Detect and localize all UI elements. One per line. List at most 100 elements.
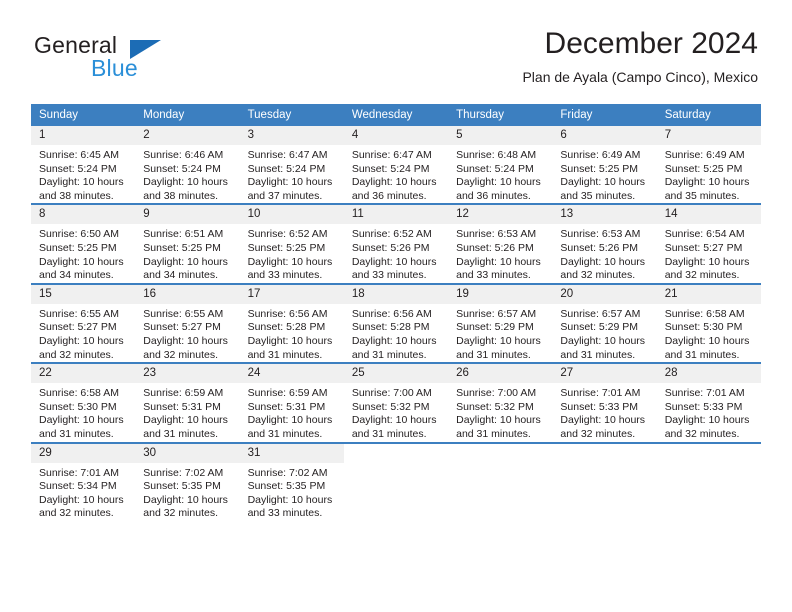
day-cell[interactable]: 12 Sunrise: 6:53 AM Sunset: 5:26 PM Dayligh… bbox=[448, 203, 553, 284]
day-cell[interactable]: 30 Sunrise: 7:02 AM Sunset: 5:35 PM Dayligh… bbox=[135, 441, 240, 521]
sunset-text: Sunset: 5:28 PM bbox=[247, 321, 326, 334]
day-cell[interactable]: 26 Sunrise: 7:00 AM Sunset: 5:32 PM Dayligh… bbox=[448, 362, 553, 443]
day-cell-empty bbox=[448, 441, 553, 521]
daylight-text-line2: and 36 minutes. bbox=[351, 189, 427, 202]
sunrise-text: Sunrise: 6:46 AM bbox=[143, 149, 224, 161]
day-number: 22 bbox=[31, 364, 136, 384]
daylight-text-line2: and 32 minutes. bbox=[664, 427, 740, 440]
day-cell[interactable]: 22 Sunrise: 6:58 AM Sunset: 5:30 PM Dayligh… bbox=[31, 362, 136, 443]
day-cell[interactable]: 4 Sunrise: 6:47 AM Sunset: 5:24 PM Daylight… bbox=[343, 126, 449, 204]
day-cell[interactable]: 23 Sunrise: 6:59 AM Sunset: 5:31 PM Dayligh… bbox=[135, 362, 240, 443]
day-cell[interactable]: 3 Sunrise: 6:47 AM Sunset: 5:24 PM Daylight… bbox=[239, 126, 344, 204]
day-cell[interactable]: 17 Sunrise: 6:56 AM Sunset: 5:28 PM Dayligh… bbox=[239, 282, 344, 364]
sunrise-text: Sunrise: 7:02 AM bbox=[247, 466, 328, 479]
day-number: 24 bbox=[239, 364, 344, 384]
day-cell[interactable]: 6 Sunrise: 6:49 AM Sunset: 5:25 PM Daylight… bbox=[552, 126, 657, 204]
daylight-text-line2: and 31 minutes. bbox=[351, 348, 427, 361]
sunset-text: Sunset: 5:27 PM bbox=[664, 241, 743, 254]
daylight-text-line2: and 33 minutes. bbox=[351, 269, 427, 282]
sunset-text: Sunset: 5:26 PM bbox=[560, 241, 639, 254]
day-cell[interactable]: 20 Sunrise: 6:57 AM Sunset: 5:29 PM Dayligh… bbox=[552, 282, 657, 364]
daylight-text-line1: Daylight: 10 hours bbox=[351, 414, 437, 427]
day-cell[interactable]: 10 Sunrise: 6:52 AM Sunset: 5:25 PM Dayligh… bbox=[239, 203, 344, 284]
day-number: 25 bbox=[343, 364, 449, 384]
sunset-text: Sunset: 5:24 PM bbox=[143, 162, 221, 175]
day-details: Sunrise: 7:01 AM Sunset: 5:34 PM Daylight:… bbox=[31, 463, 135, 521]
sunrise-text: Sunrise: 6:52 AM bbox=[351, 228, 432, 241]
day-number: 23 bbox=[135, 364, 240, 384]
day-cell[interactable]: 25 Sunrise: 7:00 AM Sunset: 5:32 PM Dayligh… bbox=[343, 362, 449, 443]
day-cell[interactable]: 19 Sunrise: 6:57 AM Sunset: 5:29 PM Dayligh… bbox=[448, 282, 553, 364]
sunrise-text: Sunrise: 7:00 AM bbox=[351, 387, 432, 400]
day-details: Sunrise: 6:58 AM Sunset: 5:30 PM Daylight:… bbox=[31, 383, 135, 441]
day-details: Sunrise: 7:02 AM Sunset: 5:35 PM Daylight:… bbox=[240, 463, 344, 521]
daylight-text-line1: Daylight: 10 hours bbox=[39, 493, 124, 506]
day-cell[interactable]: 7 Sunrise: 6:49 AM Sunset: 5:25 PM Daylight… bbox=[656, 126, 761, 204]
sunset-text: Sunset: 5:32 PM bbox=[351, 400, 430, 413]
day-cell[interactable]: 28 Sunrise: 7:01 AM Sunset: 5:33 PM Dayligh… bbox=[656, 362, 761, 443]
daylight-text-line2: and 33 minutes. bbox=[247, 269, 323, 282]
day-cell[interactable]: 14 Sunrise: 6:54 AM Sunset: 5:27 PM Dayligh… bbox=[656, 203, 761, 284]
sunset-text: Sunset: 5:24 PM bbox=[351, 162, 430, 175]
daylight-text-line1: Daylight: 10 hours bbox=[351, 176, 437, 189]
daylight-text-line1: Daylight: 10 hours bbox=[456, 334, 541, 347]
day-cell[interactable]: 1 Sunrise: 6:45 AM Sunset: 5:24 PM Daylight… bbox=[31, 126, 136, 204]
day-cell[interactable]: 13 Sunrise: 6:53 AM Sunset: 5:26 PM Dayligh… bbox=[552, 203, 657, 284]
day-cell[interactable]: 11 Sunrise: 6:52 AM Sunset: 5:26 PM Dayligh… bbox=[343, 203, 449, 284]
day-cell[interactable]: 27 Sunrise: 7:01 AM Sunset: 5:33 PM Dayligh… bbox=[552, 362, 657, 443]
day-cell[interactable]: 18 Sunrise: 6:56 AM Sunset: 5:28 PM Dayligh… bbox=[343, 282, 449, 364]
generalblue-logo[interactable]: General Blue bbox=[34, 32, 214, 84]
weekday-header-saturday: Saturday bbox=[656, 104, 761, 126]
day-details: Sunrise: 6:52 AM Sunset: 5:25 PM Daylight:… bbox=[240, 224, 344, 282]
day-cell-empty bbox=[656, 441, 761, 521]
calendar-header-row: Sunday Monday Tuesday Wednesday Thursday… bbox=[31, 104, 761, 126]
day-number: 8 bbox=[31, 205, 136, 225]
page-header: General Blue December 2024 Plan de Ayala… bbox=[0, 0, 792, 100]
sunrise-text: Sunrise: 6:55 AM bbox=[39, 307, 119, 320]
day-details: Sunrise: 7:00 AM Sunset: 5:32 PM Daylight:… bbox=[344, 383, 448, 441]
page-title: December 2024 bbox=[544, 27, 758, 60]
weekday-header-sunday: Sunday bbox=[31, 104, 136, 126]
day-cell[interactable]: 29 Sunrise: 7:01 AM Sunset: 5:34 PM Dayligh… bbox=[31, 441, 136, 521]
day-cell[interactable]: 5 Sunrise: 6:48 AM Sunset: 5:24 PM Daylight… bbox=[448, 126, 553, 204]
day-cell-empty bbox=[552, 441, 657, 521]
daylight-text-line2: and 38 minutes. bbox=[143, 189, 218, 202]
daylight-text-line2: and 34 minutes. bbox=[143, 269, 218, 282]
day-details: Sunrise: 6:59 AM Sunset: 5:31 PM Daylight:… bbox=[135, 383, 239, 441]
weekday-header-monday: Monday bbox=[135, 104, 240, 126]
daylight-text-line1: Daylight: 10 hours bbox=[39, 414, 124, 427]
day-cell[interactable]: 9 Sunrise: 6:51 AM Sunset: 5:25 PM Daylight… bbox=[135, 203, 240, 284]
daylight-text-line1: Daylight: 10 hours bbox=[39, 334, 124, 347]
day-cell[interactable]: 16 Sunrise: 6:55 AM Sunset: 5:27 PM Dayligh… bbox=[135, 282, 240, 364]
day-details: Sunrise: 6:45 AM Sunset: 5:24 PM Daylight:… bbox=[31, 145, 135, 203]
day-cell[interactable]: 15 Sunrise: 6:55 AM Sunset: 5:27 PM Dayligh… bbox=[31, 282, 136, 364]
sunrise-text: Sunrise: 6:50 AM bbox=[39, 228, 119, 241]
day-details: Sunrise: 6:50 AM Sunset: 5:25 PM Daylight:… bbox=[31, 224, 135, 282]
sunset-text: Sunset: 5:25 PM bbox=[247, 241, 326, 254]
sunrise-text: Sunrise: 6:49 AM bbox=[664, 149, 745, 161]
daylight-text-line2: and 32 minutes. bbox=[143, 507, 218, 520]
day-cell[interactable]: 24 Sunrise: 6:59 AM Sunset: 5:31 PM Dayligh… bbox=[239, 362, 344, 443]
daylight-text-line1: Daylight: 10 hours bbox=[143, 176, 228, 189]
calendar-week-row: 22 Sunrise: 6:58 AM Sunset: 5:30 PM Dayligh… bbox=[31, 362, 761, 443]
daylight-text-line1: Daylight: 10 hours bbox=[456, 176, 541, 189]
calendar-week-row: 1 Sunrise: 6:45 AM Sunset: 5:24 PM Daylight… bbox=[31, 126, 761, 204]
daylight-text-line2: and 32 minutes. bbox=[143, 348, 218, 361]
sunrise-text: Sunrise: 6:59 AM bbox=[143, 387, 224, 400]
day-cell[interactable]: 2 Sunrise: 6:46 AM Sunset: 5:24 PM Daylight… bbox=[135, 126, 240, 204]
sunrise-text: Sunrise: 6:56 AM bbox=[247, 307, 328, 320]
day-cell[interactable]: 31 Sunrise: 7:02 AM Sunset: 5:35 PM Dayligh… bbox=[239, 441, 344, 521]
day-cell[interactable]: 8 Sunrise: 6:50 AM Sunset: 5:25 PM Daylight… bbox=[31, 203, 136, 284]
sunrise-text: Sunrise: 7:00 AM bbox=[456, 387, 537, 400]
sunset-text: Sunset: 5:29 PM bbox=[456, 321, 534, 334]
sunset-text: Sunset: 5:24 PM bbox=[456, 162, 534, 175]
sunrise-text: Sunrise: 6:59 AM bbox=[247, 387, 328, 400]
daylight-text-line2: and 33 minutes. bbox=[247, 507, 323, 520]
sunset-text: Sunset: 5:33 PM bbox=[664, 400, 743, 413]
day-cell[interactable]: 21 Sunrise: 6:58 AM Sunset: 5:30 PM Dayligh… bbox=[656, 282, 761, 364]
day-details: Sunrise: 6:46 AM Sunset: 5:24 PM Daylight:… bbox=[135, 145, 239, 203]
day-number: 10 bbox=[239, 205, 344, 225]
day-number: 30 bbox=[135, 443, 240, 463]
day-number bbox=[344, 444, 448, 463]
sunrise-text: Sunrise: 6:53 AM bbox=[456, 228, 537, 241]
